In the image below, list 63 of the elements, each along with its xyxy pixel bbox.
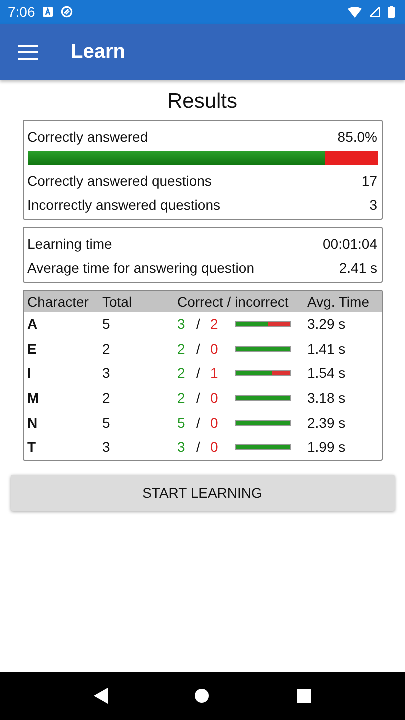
incorrect-count: 0 [210,439,220,456]
incorrect-count: 2 [210,316,220,332]
incorrect-count: 0 [210,390,220,406]
row-label: Average time for answering question [28,260,254,276]
table-cell-text: 1.41 s [308,340,347,357]
recents-icon[interactable] [297,689,312,703]
column-header: Avg. Time [308,294,370,310]
table-cell-text: 2 [102,390,112,406]
table-cell-text: 2 [102,340,112,357]
incorrect-count: 1 [210,365,220,382]
table-cell-text: 3 [102,439,112,456]
table-cell-text: 5 [102,414,112,431]
table-cell-text: 2.39 s [308,414,347,431]
column-header: Correct / incorrect [178,294,290,310]
correct-count: 3 [178,316,186,332]
separator: / [196,439,202,456]
table-cell-text: E [28,340,38,357]
wifi-icon [348,6,362,18]
table-cell-text: I [28,365,32,382]
page-title: Results [167,90,238,114]
row-value: 85.0% [338,129,378,145]
column-header: Character [28,294,90,310]
column-header: Total [102,294,134,310]
table-cell-text: 1.99 s [308,439,347,456]
correct-count: 2 [178,365,186,382]
row-label: Correctly answered questions [28,173,212,189]
incorrect-count: 0 [210,340,220,357]
table-cell-text: N [28,414,39,431]
separator: / [196,340,202,357]
separator: / [196,316,202,332]
table-cell-text: 5 [102,316,112,332]
app-bar-title: Learn [71,40,126,64]
back-icon[interactable] [94,688,108,704]
table-cell-text: T [28,439,38,456]
row-label: Learning time [28,236,112,252]
correct-count: 3 [178,439,186,456]
table-cell-text: 3 [102,365,112,382]
notification-icon [43,7,54,17]
row-value: 17 [362,173,378,189]
table-cell-text: A [28,316,39,332]
home-icon[interactable] [195,689,210,703]
row-value: 00:01:04 [323,236,378,252]
row-label: Correctly answered [28,129,148,145]
sync-icon [61,6,74,18]
clock: 7:06 [8,4,36,20]
correct-count: 5 [178,414,186,431]
table-cell-text: 3.29 s [308,316,347,332]
separator: / [196,390,202,406]
separator: / [196,414,202,431]
battery-icon [388,6,395,18]
row-value: 2.41 s [339,260,378,276]
correct-count: 2 [178,340,186,357]
menu-icon [18,44,38,60]
incorrect-count: 0 [210,414,220,431]
separator: / [196,365,202,382]
table-cell-text: 3.18 s [308,390,347,406]
start-learning-button[interactable]: START LEARNING [10,474,394,511]
correct-count: 2 [178,390,186,406]
row-label: Incorrectly answered questions [28,197,220,213]
signal-icon [370,7,380,17]
row-value: 3 [370,197,378,213]
table-cell-text: M [28,390,40,406]
table-cell-text: 1.54 s [308,365,347,382]
